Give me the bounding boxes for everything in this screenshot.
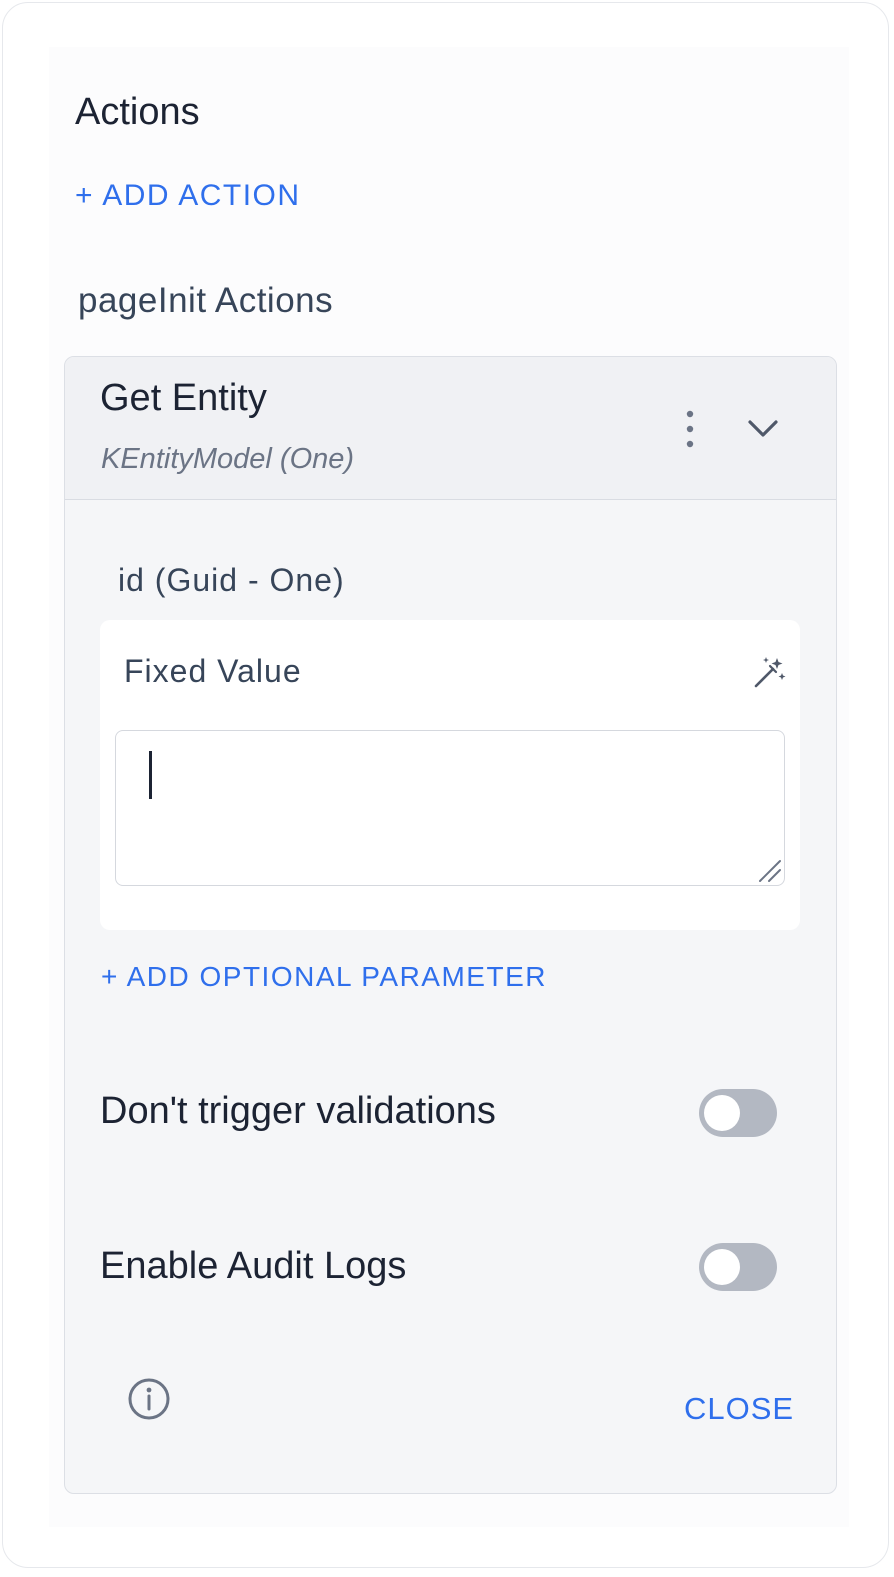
action-card-header[interactable]: Get Entity KEntityModel (One) [65,357,836,500]
text-caret [149,751,152,799]
info-icon[interactable] [127,1377,171,1421]
section-label: pageInit Actions [78,281,334,320]
action-title: Get Entity [100,377,267,419]
actions-panel: Actions + ADD ACTION pageInit Actions Ge… [2,2,889,1568]
dont-trigger-validations-label: Don't trigger validations [100,1090,496,1132]
dont-trigger-validations-toggle[interactable] [699,1089,777,1137]
resize-handle-icon[interactable] [756,857,782,883]
action-subtitle: KEntityModel (One) [101,443,355,475]
toggle-knob [704,1095,740,1131]
fixed-value-input[interactable] [115,730,785,886]
add-optional-parameter-button[interactable]: + ADD OPTIONAL PARAMETER [101,961,547,993]
parameter-value-box: Fixed Value [100,620,800,930]
value-type-label: Fixed Value [124,653,302,689]
more-vertical-icon[interactable] [675,407,705,451]
enable-audit-logs-label: Enable Audit Logs [100,1245,407,1287]
enable-audit-logs-toggle[interactable] [699,1243,777,1291]
parameter-label: id (Guid - One) [118,562,345,598]
close-button[interactable]: CLOSE [684,1391,794,1427]
magic-wand-icon[interactable] [752,656,786,690]
add-action-button[interactable]: + ADD ACTION [75,179,301,213]
chevron-down-icon[interactable] [743,409,783,449]
toggle-knob [704,1249,740,1285]
action-card: Get Entity KEntityModel (One) id (Guid -… [64,356,837,1494]
panel-title: Actions [75,91,200,133]
